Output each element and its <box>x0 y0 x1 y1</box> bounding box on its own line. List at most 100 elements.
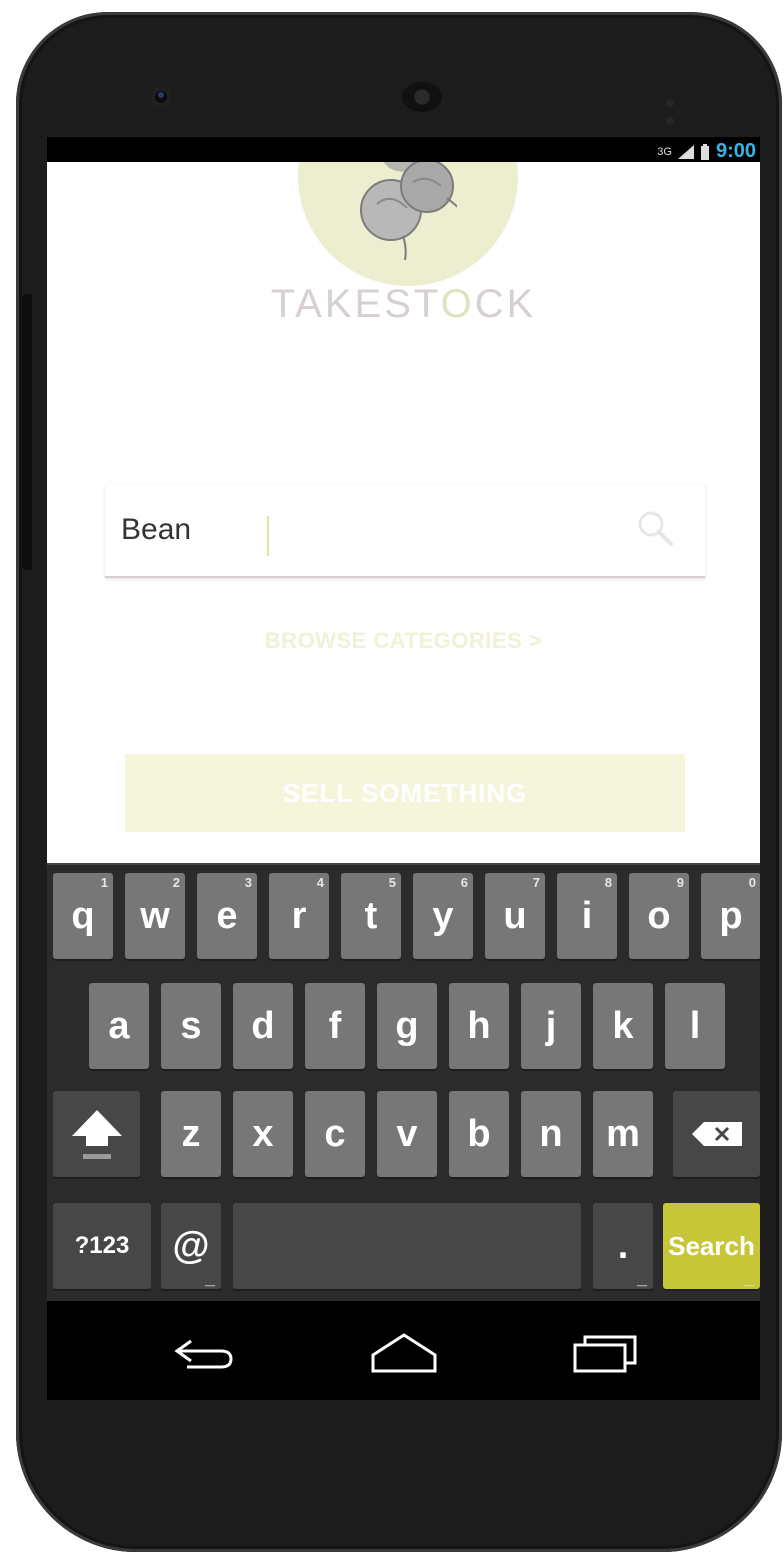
key-z-label: z <box>181 1112 201 1155</box>
network-type: 3G <box>657 145 672 158</box>
key-p[interactable]: p0 <box>701 873 760 959</box>
key-g-label: g <box>395 1004 419 1047</box>
key-s-label: s <box>180 1004 202 1047</box>
brand-wordmark: TAKESTOCK <box>47 282 760 327</box>
key-t-number-hint: 5 <box>388 875 396 890</box>
key-y-number-hint: 6 <box>460 875 468 890</box>
key-k[interactable]: k <box>593 983 653 1069</box>
front-camera <box>150 86 172 108</box>
search-box[interactable] <box>105 484 705 578</box>
key-q-number-hint: 1 <box>100 875 108 890</box>
key-w-label: w <box>140 894 170 937</box>
key-r[interactable]: r4 <box>269 873 329 959</box>
brand-prefix: TAKEST <box>270 282 441 326</box>
key-t[interactable]: t5 <box>341 873 401 959</box>
key-v[interactable]: v <box>377 1091 437 1177</box>
key-i-number-hint: 8 <box>604 875 612 890</box>
navigation-bar <box>47 1301 760 1400</box>
back-arrow-icon[interactable] <box>169 1331 239 1373</box>
spacebar[interactable] <box>233 1203 581 1289</box>
brand-suffix: CK <box>474 282 537 326</box>
sell-something-button[interactable]: SELL SOMETHING <box>125 754 685 832</box>
at-key-label: @ <box>172 1224 210 1267</box>
key-l-label: l <box>689 1004 701 1047</box>
clock: 9:00 <box>715 140 756 162</box>
shift-key[interactable] <box>53 1091 140 1177</box>
search-input[interactable] <box>121 484 591 576</box>
keyboard-search-key[interactable]: Search _ <box>663 1203 760 1289</box>
signal-icon <box>677 144 694 159</box>
side-button <box>22 294 32 570</box>
key-q[interactable]: q1 <box>53 873 113 959</box>
key-o[interactable]: o9 <box>629 873 689 959</box>
key-o-number-hint: 9 <box>676 875 684 890</box>
key-k-label: k <box>612 1004 634 1047</box>
key-j-label: j <box>545 1004 557 1047</box>
key-c-label: c <box>324 1112 346 1155</box>
radish-logo-icon <box>360 162 457 261</box>
shift-arrow-icon <box>71 1110 122 1159</box>
symbols-key-label: ?123 <box>74 1232 130 1259</box>
battery-icon <box>700 143 709 160</box>
key-x-label: x <box>252 1112 274 1155</box>
key-y[interactable]: y6 <box>413 873 473 959</box>
key-u-number-hint: 7 <box>532 875 540 890</box>
key-g[interactable]: g <box>377 983 437 1069</box>
key-u[interactable]: u7 <box>485 873 545 959</box>
key-d[interactable]: d <box>233 983 293 1069</box>
period-key[interactable]: . _ <box>593 1203 653 1289</box>
status-bar: 3G 9:00 <box>47 137 760 162</box>
key-m[interactable]: m <box>593 1091 653 1177</box>
magnifier-icon[interactable] <box>635 508 675 548</box>
device-screen: 3G 9:00 TAKESTOCK BROWSE CATEGORIES > <box>47 137 760 1400</box>
key-r-number-hint: 4 <box>316 875 324 890</box>
key-m-label: m <box>606 1112 640 1155</box>
key-y-label: y <box>432 894 454 937</box>
key-a[interactable]: a <box>89 983 149 1069</box>
home-icon[interactable] <box>369 1331 439 1373</box>
key-p-number-hint: 0 <box>748 875 756 890</box>
key-t-label: t <box>364 894 378 937</box>
soft-keyboard: q1w2e3r4t5y6u7i8o9p0 asdfghjkl zxcvbnm ?… <box>47 863 760 1303</box>
key-w-number-hint: 2 <box>172 875 180 890</box>
key-i-label: i <box>581 894 593 937</box>
backspace-icon <box>691 1122 742 1146</box>
key-c[interactable]: c <box>305 1091 365 1177</box>
key-j[interactable]: j <box>521 983 581 1069</box>
keyboard-search-label: Search <box>668 1230 755 1261</box>
proximity-sensor <box>666 94 696 125</box>
period-key-label: . <box>617 1224 629 1267</box>
key-s[interactable]: s <box>161 983 221 1069</box>
key-h[interactable]: h <box>449 983 509 1069</box>
key-o-label: o <box>647 894 671 937</box>
key-a-label: a <box>108 1004 130 1047</box>
key-b[interactable]: b <box>449 1091 509 1177</box>
key-f-label: f <box>328 1004 342 1047</box>
at-key[interactable]: @ _ <box>161 1203 221 1289</box>
key-h-label: h <box>467 1004 491 1047</box>
key-f[interactable]: f <box>305 983 365 1069</box>
key-e[interactable]: e3 <box>197 873 257 959</box>
backspace-key[interactable] <box>673 1091 760 1177</box>
earpiece-speaker <box>402 82 442 112</box>
key-w[interactable]: w2 <box>125 873 185 959</box>
key-z[interactable]: z <box>161 1091 221 1177</box>
app-content: TAKESTOCK BROWSE CATEGORIES > SELL SOMET… <box>47 162 760 863</box>
browse-categories-link[interactable]: BROWSE CATEGORIES > <box>47 628 760 654</box>
key-n[interactable]: n <box>521 1091 581 1177</box>
key-r-label: r <box>291 894 307 937</box>
key-d-label: d <box>251 1004 275 1047</box>
brand-o: O <box>440 282 475 326</box>
key-x[interactable]: x <box>233 1091 293 1177</box>
symbols-key[interactable]: ?123 <box>53 1203 151 1289</box>
key-i[interactable]: i8 <box>557 873 617 959</box>
status-icons: 3G 9:00 <box>657 141 756 162</box>
key-b-label: b <box>467 1112 491 1155</box>
key-p-label: p <box>719 894 743 937</box>
key-e-number-hint: 3 <box>244 875 252 890</box>
key-e-label: e <box>216 894 238 937</box>
key-l[interactable]: l <box>665 983 725 1069</box>
key-u-label: u <box>503 894 527 937</box>
key-q-label: q <box>71 894 95 937</box>
recent-apps-icon[interactable] <box>569 1331 639 1373</box>
